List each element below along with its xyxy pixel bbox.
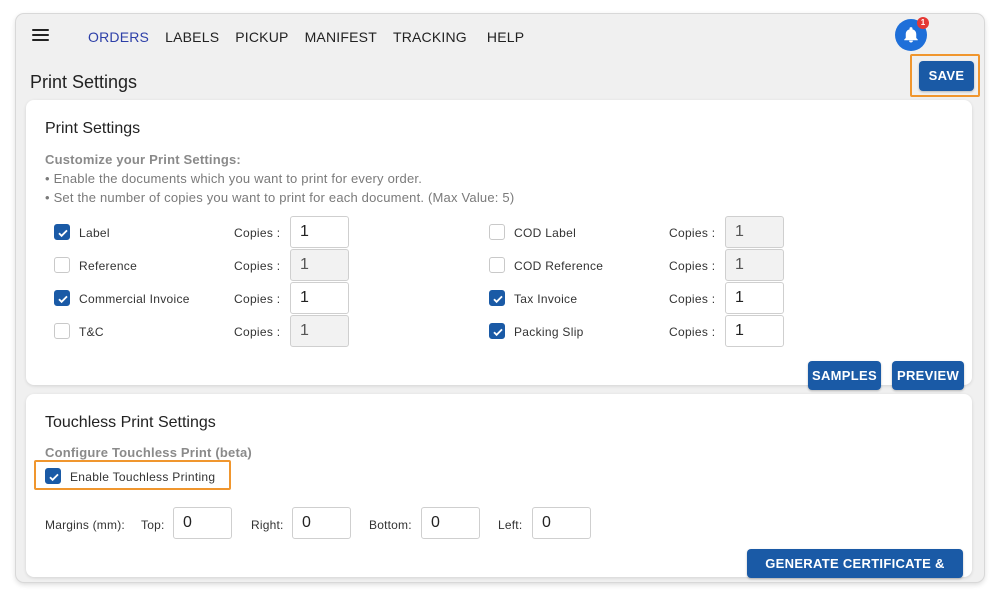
cod-reference-checkbox[interactable] [489, 257, 505, 273]
margin-top-input[interactable] [173, 507, 232, 539]
page-title: Print Settings [30, 72, 138, 92]
tax-invoice-checkbox[interactable] [489, 290, 505, 306]
margin-bottom-label: Bottom: [369, 518, 412, 532]
samples-button[interactable]: SAMPLES [808, 361, 881, 390]
main-nav: ORDERS LABELS PICKUP MANIFEST TRACKING H… [88, 29, 540, 45]
nav-tracking[interactable]: TRACKING [393, 29, 467, 45]
reference-copies-input [290, 249, 349, 281]
tax-invoice-copies-input[interactable] [725, 282, 784, 314]
touchless-title: Touchless Print Settings [45, 414, 216, 431]
copies-label: Copies : [669, 292, 716, 306]
doc-row-commercial-invoice: Commercial Invoice Copies : [26, 282, 496, 314]
tc-doc-label: T&C [79, 325, 104, 339]
check-icon [58, 229, 68, 238]
hamburger-menu-icon[interactable] [32, 29, 49, 42]
cod-reference-doc-label: COD Reference [514, 259, 604, 273]
commercial-invoice-copies-input[interactable] [290, 282, 349, 314]
check-icon [58, 295, 68, 304]
touchless-subheading: Configure Touchless Print (beta) [45, 445, 252, 460]
nav-labels[interactable]: LABELS [165, 29, 219, 45]
preview-button[interactable]: PREVIEW [892, 361, 964, 390]
print-settings-note-1: • Enable the documents which you want to… [45, 171, 423, 186]
check-icon [493, 295, 503, 304]
app-window: ORDERS LABELS PICKUP MANIFEST TRACKING H… [16, 14, 984, 582]
copies-label: Copies : [234, 292, 281, 306]
margin-left-label: Left: [498, 518, 523, 532]
label-checkbox[interactable] [54, 224, 70, 240]
copies-label: Copies : [669, 226, 716, 240]
touchless-print-card: Touchless Print Settings Configure Touch… [26, 394, 972, 578]
notification-count-badge: 1 [917, 17, 929, 29]
margin-right-input[interactable] [292, 507, 351, 539]
reference-doc-label: Reference [79, 259, 138, 273]
commercial-invoice-doc-label: Commercial Invoice [79, 292, 190, 306]
margin-right-label: Right: [251, 518, 284, 532]
margins-label: Margins (mm): [45, 518, 125, 532]
copies-label: Copies : [234, 259, 281, 273]
nav-pickup[interactable]: PICKUP [235, 29, 288, 45]
doc-row-packing-slip: Packing Slip Copies : [461, 315, 931, 347]
bell-icon [904, 27, 918, 43]
doc-row-label: Label Copies : [26, 216, 496, 248]
enable-touchless-checkbox[interactable] [45, 468, 61, 484]
margin-bottom-input[interactable] [421, 507, 480, 539]
doc-row-tc: T&C Copies : [26, 315, 496, 347]
doc-row-cod-label: COD Label Copies : [461, 216, 931, 248]
copies-label: Copies : [234, 226, 281, 240]
nav-help[interactable]: HELP [487, 29, 524, 45]
cod-label-copies-input [725, 216, 784, 248]
doc-row-reference: Reference Copies : [26, 249, 496, 281]
print-settings-note-2: • Set the number of copies you want to p… [45, 190, 515, 205]
check-icon [493, 328, 503, 337]
copies-label: Copies : [234, 325, 281, 339]
commercial-invoice-checkbox[interactable] [54, 290, 70, 306]
doc-row-cod-reference: COD Reference Copies : [461, 249, 931, 281]
print-settings-card: Print Settings Customize your Print Sett… [26, 100, 972, 390]
generate-certificate-button[interactable]: GENERATE CERTIFICATE & KEYS [747, 549, 963, 578]
cod-label-doc-label: COD Label [514, 226, 577, 240]
cod-label-checkbox[interactable] [489, 224, 505, 240]
nav-manifest[interactable]: MANIFEST [305, 29, 377, 45]
tc-checkbox[interactable] [54, 323, 70, 339]
reference-checkbox[interactable] [54, 257, 70, 273]
nav-orders[interactable]: ORDERS [88, 29, 149, 45]
copies-label: Copies : [669, 325, 716, 339]
tax-invoice-doc-label: Tax Invoice [514, 292, 578, 306]
notifications-button[interactable]: 1 [895, 17, 929, 51]
cod-reference-copies-input [725, 249, 784, 281]
packing-slip-doc-label: Packing Slip [514, 325, 584, 339]
check-icon [49, 473, 59, 482]
margin-left-input[interactable] [532, 507, 591, 539]
doc-row-tax-invoice: Tax Invoice Copies : [461, 282, 931, 314]
copies-label: Copies : [669, 259, 716, 273]
label-copies-input[interactable] [290, 216, 349, 248]
print-settings-title: Print Settings [45, 120, 141, 137]
enable-touchless-label: Enable Touchless Printing [70, 470, 216, 484]
packing-slip-copies-input[interactable] [725, 315, 784, 347]
label-doc-label: Label [79, 226, 110, 240]
print-settings-subheading: Customize your Print Settings: [45, 152, 241, 167]
packing-slip-checkbox[interactable] [489, 323, 505, 339]
margin-top-label: Top: [141, 518, 165, 532]
save-button[interactable]: SAVE [919, 61, 974, 91]
tc-copies-input [290, 315, 349, 347]
top-nav-bar: ORDERS LABELS PICKUP MANIFEST TRACKING H… [16, 14, 984, 60]
